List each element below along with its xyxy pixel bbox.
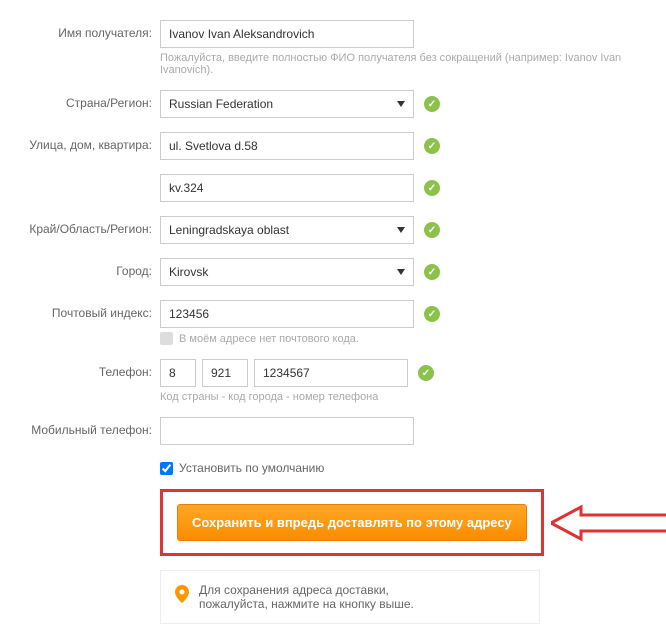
label-city: Город:: [0, 258, 160, 278]
label-region: Край/Область/Регион:: [0, 216, 160, 236]
no-postal-text: В моём адресе нет почтового кода.: [179, 333, 359, 345]
row-default: Установить по умолчанию: [0, 459, 646, 475]
field-recipient: Пожалуйста, введите полностью ФИО получа…: [160, 20, 646, 76]
label-recipient: Имя получателя:: [0, 20, 160, 40]
label-phone: Телефон:: [0, 359, 160, 379]
label-street: Улица, дом, квартира:: [0, 132, 160, 152]
country-select[interactable]: Russian Federation: [160, 90, 414, 118]
hint-phone: Код страны - код города - номер телефона: [160, 391, 646, 403]
row-postal: Почтовый индекс: ✓ В моём адресе нет поч…: [0, 300, 646, 345]
arrow-icon: [551, 503, 666, 543]
region-select[interactable]: Leningradskaya oblast: [160, 216, 414, 244]
street1-input[interactable]: [160, 132, 414, 160]
label-postal: Почтовый индекс:: [0, 300, 160, 320]
check-icon: ✓: [424, 306, 440, 322]
city-select[interactable]: Kirovsk: [160, 258, 414, 286]
row-region: Край/Область/Регион: Leningradskaya obla…: [0, 216, 646, 244]
check-icon: ✓: [418, 365, 434, 381]
default-label: Установить по умолчанию: [179, 461, 324, 475]
phone-country-input[interactable]: [160, 359, 196, 387]
check-icon: ✓: [424, 138, 440, 154]
submit-button[interactable]: Сохранить и впредь доставлять по этому а…: [177, 504, 527, 541]
info-text: Для сохранения адреса доставки, пожалуйс…: [199, 583, 414, 611]
hint-recipient: Пожалуйста, введите полностью ФИО получа…: [160, 52, 646, 76]
postal-input[interactable]: [160, 300, 414, 328]
label-country: Страна/Регион:: [0, 90, 160, 110]
info-box: Для сохранения адреса доставки, пожалуйс…: [160, 570, 540, 624]
pin-icon: [175, 585, 189, 603]
checkbox-disabled-icon: [160, 332, 173, 345]
phone-group: [160, 359, 408, 387]
label-mobile: Мобильный телефон:: [0, 417, 160, 437]
row-street2: ✓: [0, 174, 646, 202]
street2-input[interactable]: [160, 174, 414, 202]
check-icon: ✓: [424, 96, 440, 112]
check-icon: ✓: [424, 264, 440, 280]
row-recipient: Имя получателя: Пожалуйста, введите полн…: [0, 20, 646, 76]
recipient-input[interactable]: [160, 20, 414, 48]
row-street: Улица, дом, квартира: ✓: [0, 132, 646, 160]
mobile-input[interactable]: [160, 417, 414, 445]
row-phone: Телефон: ✓ Код страны - код города - ном…: [0, 359, 646, 403]
phone-area-input[interactable]: [202, 359, 248, 387]
row-city: Город: Kirovsk ✓: [0, 258, 646, 286]
no-postal-row: В моём адресе нет почтового кода.: [160, 332, 646, 345]
phone-number-input[interactable]: [254, 359, 408, 387]
check-icon: ✓: [424, 222, 440, 238]
row-country: Страна/Регион: Russian Federation ✓: [0, 90, 646, 118]
row-mobile: Мобильный телефон:: [0, 417, 646, 445]
default-checkbox[interactable]: [160, 462, 173, 475]
check-icon: ✓: [424, 180, 440, 196]
